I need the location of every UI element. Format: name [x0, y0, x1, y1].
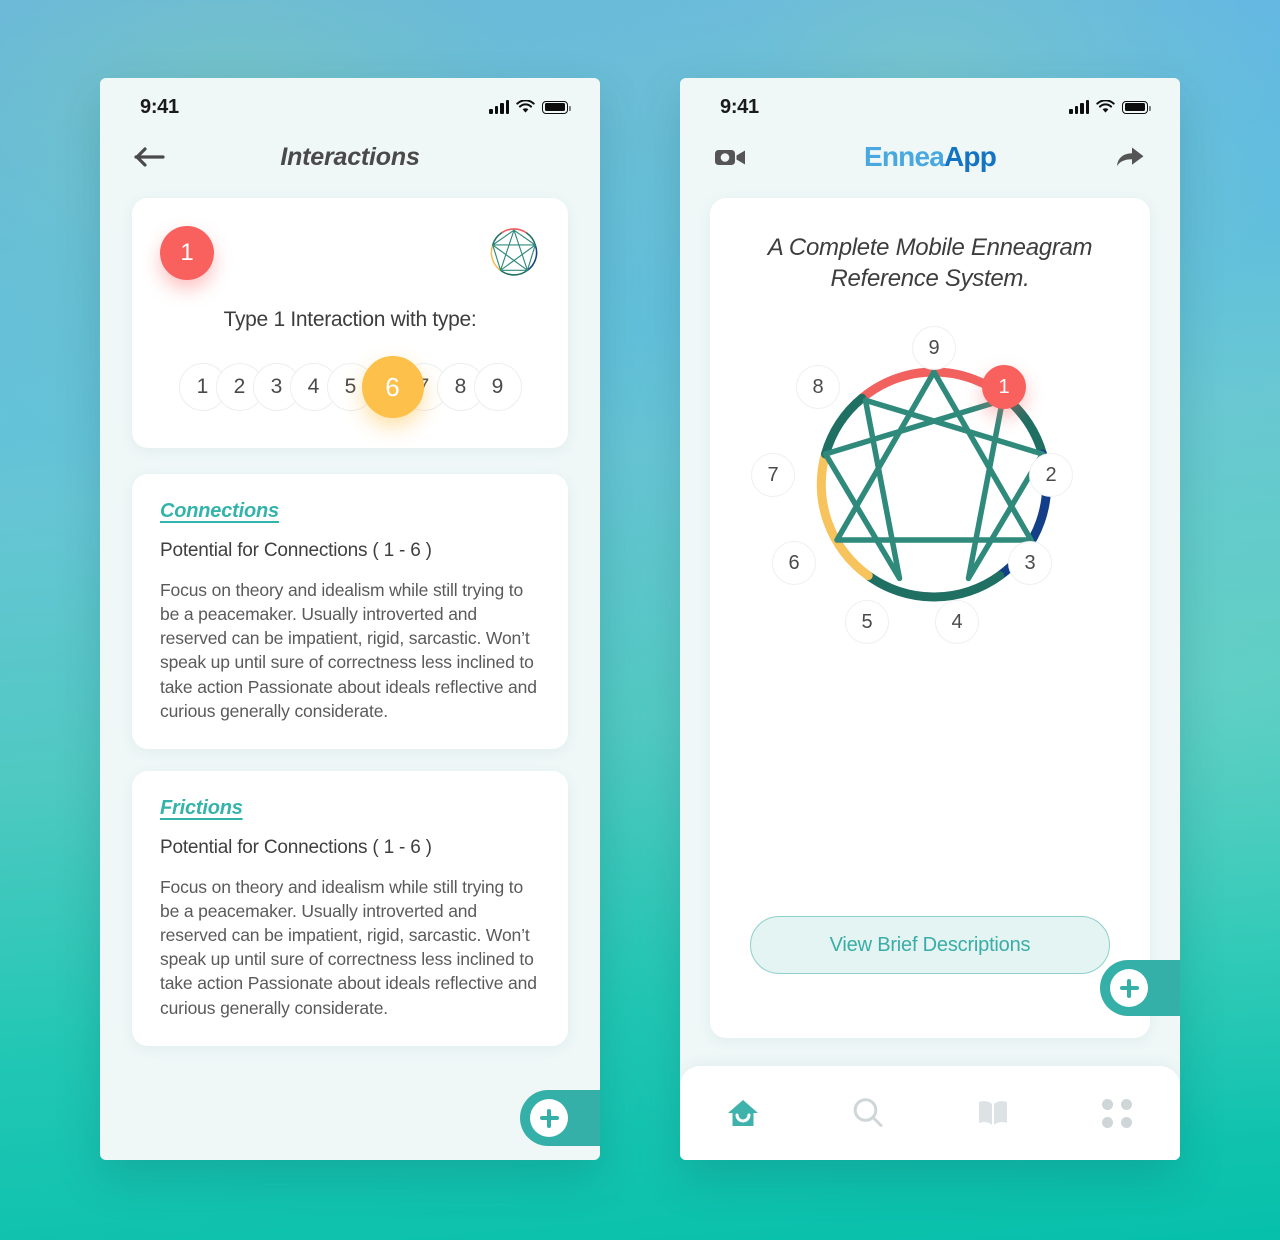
phone-screen-interactions: 9:41 Interactions 1 Type 1 Interaction w… [100, 78, 600, 1160]
app-brand-logo: EnneaApp [680, 141, 1180, 173]
status-time: 9:41 [140, 95, 179, 118]
connections-heading[interactable]: Connections [160, 500, 540, 523]
nav-bar: EnneaApp [680, 128, 1180, 186]
phone-screen-home: 9:41 EnneaApp A Complete Mobile Enneagra… [680, 78, 1180, 1160]
book-icon [978, 1101, 1007, 1125]
interaction-prompt: Type 1 Interaction with type: [223, 308, 477, 331]
type-option-9[interactable]: 9 [473, 363, 522, 411]
home-hero-card: A Complete Mobile Enneagram Reference Sy… [710, 198, 1150, 1038]
share-arrow-icon[interactable] [1114, 144, 1146, 170]
status-bar: 9:41 [100, 78, 600, 128]
cellular-bars-icon [489, 100, 509, 114]
enneagram-icon [490, 228, 538, 276]
type-badge: 1 [160, 226, 214, 280]
type-selector[interactable]: 1 2 3 4 5 6 7 8 9 [160, 356, 540, 418]
back-arrow-icon[interactable] [134, 145, 168, 169]
frictions-subtitle: Potential for Connections ( 1 - 6 ) [160, 836, 432, 858]
tab-home[interactable] [680, 1097, 805, 1129]
tab-search[interactable] [805, 1096, 930, 1130]
type-option-6-selected[interactable]: 6 [361, 356, 424, 418]
connections-body: Focus on theory and idealism while still… [160, 580, 537, 721]
cellular-bars-icon [1069, 100, 1089, 114]
brand-part-app: App [944, 141, 997, 172]
plus-icon [530, 1099, 568, 1137]
add-fab-button[interactable] [1100, 960, 1180, 1016]
enneagram-diagram[interactable]: 9 1 2 3 4 5 6 7 8 [734, 326, 1134, 672]
app-tagline: A Complete Mobile Enneagram Reference Sy… [734, 232, 1126, 294]
nav-bar: Interactions [100, 128, 600, 186]
status-icons [1069, 100, 1151, 114]
connections-subtitle: Potential for Connections ( 1 - 6 ) [160, 540, 432, 561]
search-icon [853, 1098, 882, 1127]
status-time: 9:41 [720, 95, 759, 118]
wifi-icon [516, 100, 535, 113]
tab-library[interactable] [930, 1098, 1055, 1128]
home-icon [727, 1100, 758, 1126]
enneagram-svg [816, 367, 1052, 602]
grid-dots-icon [1102, 1098, 1133, 1128]
bottom-tab-bar [680, 1066, 1180, 1160]
wifi-icon [1096, 100, 1115, 113]
video-camera-icon[interactable] [714, 145, 748, 169]
tagline-line-1: A Complete Mobile Enneagram [767, 234, 1093, 261]
status-bar: 9:41 [680, 78, 1180, 128]
frictions-body: Focus on theory and idealism while still… [160, 876, 537, 1018]
frictions-heading[interactable]: Frictions [160, 797, 540, 820]
add-fab-button[interactable] [520, 1090, 600, 1146]
card-header: 1 [160, 226, 540, 280]
page-title: Interactions [280, 142, 420, 171]
view-brief-descriptions-button[interactable]: View Brief Descriptions [750, 916, 1110, 974]
tagline-line-2: Reference System. [830, 265, 1030, 293]
frictions-card: Frictions Potential for Connections ( 1 … [132, 770, 568, 1046]
status-icons [489, 100, 571, 114]
battery-full-icon [1122, 100, 1151, 114]
type-interaction-card: 1 Type 1 Interaction with type: 1 2 3 4 … [132, 198, 568, 448]
tab-more[interactable] [1055, 1098, 1180, 1128]
plus-icon [1110, 969, 1148, 1007]
connections-card: Connections Potential for Connections ( … [132, 474, 568, 749]
battery-full-icon [542, 100, 571, 114]
brand-part-ennea: Ennea [863, 141, 945, 172]
